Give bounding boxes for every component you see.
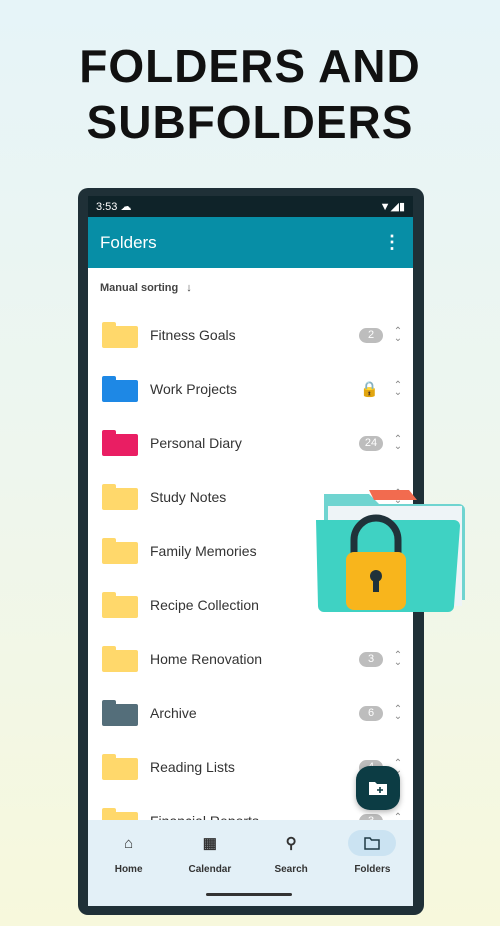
folder-row[interactable]: Home Renovation 3 ⌃ ⌄ bbox=[88, 632, 413, 686]
folder-icon bbox=[102, 754, 138, 780]
bottom-nav: ⌂ Home ▦ Calendar ⚲ Search Folders bbox=[88, 820, 413, 906]
item-count-badge: 2 bbox=[359, 327, 383, 343]
search-icon: ⚲ bbox=[285, 835, 297, 852]
folder-icon bbox=[102, 592, 138, 618]
more-vert-icon[interactable]: ⋮ bbox=[383, 232, 401, 253]
folder-icon bbox=[102, 646, 138, 672]
reorder-handle-icon[interactable]: ⌃⌄ bbox=[393, 381, 403, 398]
folder-name: Archive bbox=[150, 705, 197, 721]
folder-icon bbox=[102, 538, 138, 564]
home-indicator[interactable] bbox=[206, 893, 292, 896]
add-folder-button[interactable] bbox=[356, 766, 400, 810]
nav-label: Folders bbox=[354, 864, 391, 875]
status-time: 3:53 bbox=[96, 201, 118, 213]
folder-row[interactable]: Work Projects 🔒 ⌃ ⌄ bbox=[88, 362, 413, 416]
cloud-icon: ☁ bbox=[120, 201, 132, 213]
folder-name: Reading Lists bbox=[150, 759, 235, 775]
folder-name: Work Projects bbox=[150, 381, 237, 397]
folder-name: Fitness Goals bbox=[150, 327, 236, 343]
folder-icon bbox=[102, 700, 138, 726]
sort-label: Manual sorting bbox=[100, 282, 179, 294]
nav-folders[interactable]: Folders bbox=[332, 830, 413, 906]
reorder-handle-icon[interactable]: ⌃⌄ bbox=[393, 435, 403, 452]
folder-icon bbox=[102, 376, 138, 402]
headline-line-2: SUBFOLDERS bbox=[86, 96, 414, 148]
item-count-badge: 6 bbox=[359, 705, 383, 721]
nav-label: Search bbox=[274, 864, 308, 875]
folder-row[interactable]: Fitness Goals 2 ⌃ ⌄ bbox=[88, 308, 413, 362]
headline: FOLDERS AND SUBFOLDERS bbox=[0, 38, 500, 150]
item-count-badge: 24 bbox=[359, 435, 383, 451]
folder-row[interactable]: Personal Diary 24 ⌃ ⌄ bbox=[88, 416, 413, 470]
folder-name: Personal Diary bbox=[150, 435, 242, 451]
nav-label: Home bbox=[114, 864, 143, 875]
calendar-icon: ▦ bbox=[202, 835, 217, 852]
folder-row[interactable]: Archive 6 ⌃ ⌄ bbox=[88, 686, 413, 740]
reorder-handle-icon[interactable]: ⌃⌄ bbox=[393, 327, 403, 344]
signal-battery-icons: ▼◢▮ bbox=[379, 201, 405, 213]
headline-line-1: FOLDERS AND bbox=[79, 40, 421, 92]
item-count-badge: 3 bbox=[359, 651, 383, 667]
sort-selector[interactable]: Manual sorting ↓ bbox=[88, 268, 413, 308]
folder-icon bbox=[102, 484, 138, 510]
app-bar: Folders ⋮ bbox=[88, 217, 413, 268]
lock-icon: 🔒 bbox=[360, 381, 379, 398]
home-icon: ⌂ bbox=[124, 834, 134, 852]
reorder-handle-icon[interactable]: ⌃⌄ bbox=[393, 705, 403, 722]
status-bar: 3:53 ☁ ▼◢▮ bbox=[88, 196, 413, 217]
folder-icon bbox=[348, 830, 397, 856]
locked-folder-illustration bbox=[316, 490, 465, 612]
folder-name: Home Renovation bbox=[150, 651, 263, 667]
page-title: Folders bbox=[100, 232, 157, 252]
folder-icon bbox=[102, 322, 138, 348]
new-folder-icon bbox=[369, 782, 387, 795]
reorder-handle-icon[interactable]: ⌃⌄ bbox=[393, 651, 403, 668]
arrow-down-icon: ↓ bbox=[186, 282, 192, 294]
nav-home[interactable]: ⌂ Home bbox=[88, 830, 169, 906]
folder-icon bbox=[102, 430, 138, 456]
nav-label: Calendar bbox=[188, 864, 232, 875]
